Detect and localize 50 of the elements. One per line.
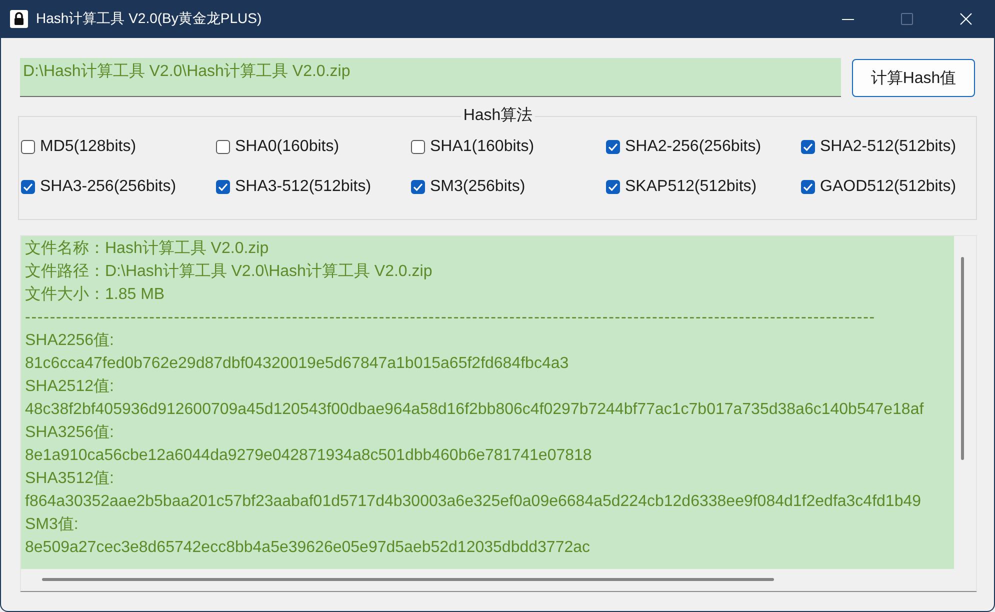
checkbox-label[interactable]: SHA3-256(256bits) [40, 178, 176, 196]
padlock-icon [10, 10, 28, 28]
compute-hash-button[interactable]: 计算Hash值 [852, 59, 975, 97]
output-line: SHA3512值: [25, 469, 114, 489]
output-line: SHA3256值: [25, 423, 114, 443]
output-line: 8e509a27cec3e8d65742ecc8bb4a5e39626e05e97d5aeb52d12035dbdd3772ac [25, 538, 590, 558]
checkbox[interactable] [606, 180, 620, 194]
checkbox-label[interactable]: GAOD512(512bits) [820, 178, 956, 196]
output-line: 文件大小：1.85 MB [25, 284, 165, 305]
checkmark-icon [413, 183, 423, 191]
checkmark-icon [803, 183, 813, 191]
checkbox-label[interactable]: SHA1(160bits) [430, 138, 534, 156]
checkbox-label[interactable]: SHA0(160bits) [235, 138, 340, 156]
output-line: f864a30352aae2b5baa201c57bf23aabaf01d5717d4b30003a6e325ef0a09e6684a5d224cb12d6338ee9f084d1f2edfa3c4fd1b49 [25, 492, 922, 512]
checkbox-label[interactable]: SM3(256bits) [430, 178, 526, 196]
output-line: 81c6cca47fed0b762e29d87dbf04320019e5d67847a1b015a65f2fd684fbc4a3 [25, 354, 569, 374]
output-line: 48c38f2bf405936d912600709a45d120543f00dbae964a58d16f2bb806c4f0297b7244bf77ac1c7b017a735d38a6c140b547e18af [25, 400, 924, 420]
checkmark-icon [23, 183, 33, 191]
divider-line: ----------------------------------------------------------------------------------------------------------------------------------------- [25, 308, 876, 328]
checkmark-icon [608, 143, 618, 151]
checkbox[interactable] [216, 140, 230, 154]
checkmark-icon [803, 143, 813, 151]
checkbox[interactable] [411, 140, 425, 154]
horizontal-scrollbar-thumb[interactable] [42, 578, 774, 581]
checkbox[interactable] [21, 180, 35, 194]
output-line: SM3值: [25, 515, 78, 535]
checkbox-label[interactable]: MD5(128bits) [40, 138, 136, 156]
checkbox[interactable] [606, 140, 620, 154]
window-title: Hash计算工具 V2.0(By黄金龙PLUS) [36, 10, 262, 28]
checkbox[interactable] [801, 180, 815, 194]
close-icon [960, 13, 972, 25]
checkbox-label[interactable]: SKAP512(512bits) [625, 178, 757, 196]
output-line: SHA2512值: [25, 377, 114, 397]
checkbox[interactable] [21, 140, 35, 154]
output-line: 文件路径：D:\Hash计算工具 V2.0\Hash计算工具 V2.0.zip [25, 262, 432, 282]
checkbox[interactable] [411, 180, 425, 194]
checkmark-icon [608, 183, 618, 191]
minimize-icon [842, 18, 854, 20]
output-line: 文件名称：Hash计算工具 V2.0.zip [25, 238, 269, 259]
output-line: SHA2256值: [25, 331, 114, 351]
maximize-icon [900, 13, 912, 25]
checkmark-icon [218, 183, 228, 191]
checkbox[interactable] [216, 180, 230, 194]
group-title: Hash算法 [462, 106, 534, 126]
output-line: 8e1a910ca56cbe12a6044da9279e042871934a8c501dbb460b6e781741e07818 [25, 446, 592, 466]
checkbox-label[interactable]: SHA2-256(256bits) [625, 138, 762, 156]
checkbox[interactable] [801, 140, 815, 154]
checkbox-label[interactable]: SHA2-512(512bits) [820, 138, 956, 156]
checkbox-label[interactable]: SHA3-512(512bits) [235, 178, 372, 196]
vertical-scrollbar-thumb[interactable] [961, 257, 964, 460]
